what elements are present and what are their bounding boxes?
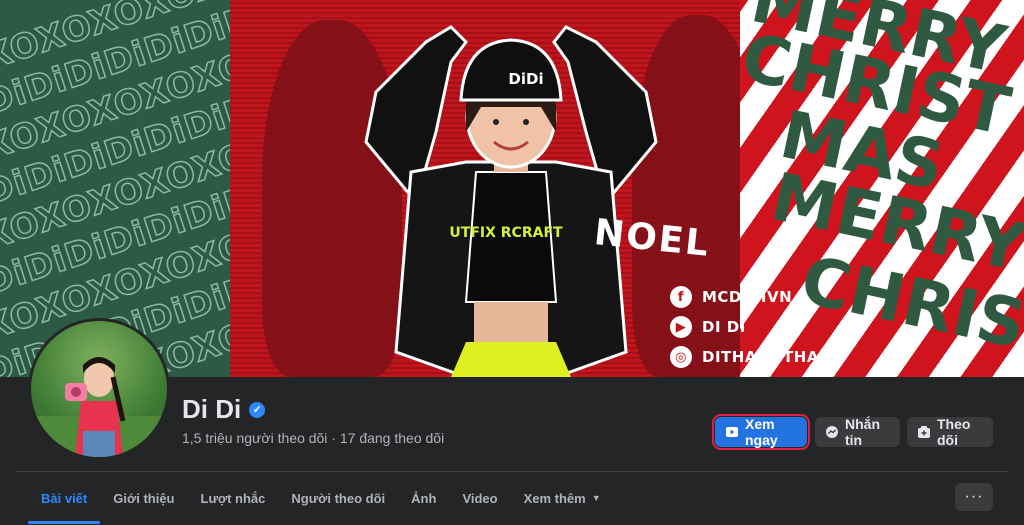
follow-label: Theo dõi [937,416,971,448]
verified-badge-icon: ✓ [249,401,266,418]
avatar [31,321,167,457]
instagram-icon: ◎ [670,346,692,368]
tab-more[interactable]: Xem thêm ▼ [511,472,614,524]
follow-button[interactable]: Theo dõi [907,416,993,448]
cover-person-illustration: UTFIX RCRAFT DiDi [364,25,658,377]
profile-tabs: Bài viết Giới thiệu Lượt nhắc Người theo… [28,472,614,524]
message-button[interactable]: Nhắn tin [815,416,900,448]
page-name: Di Di ✓ [182,394,266,425]
more-options-button[interactable]: ··· [955,483,993,511]
social-label: MCDIDIVN [702,288,793,306]
shirt-print: UTFIX RCRAFT [449,225,563,241]
follow-icon [917,425,931,439]
follower-stats[interactable]: 1,5 triệu người theo dõi · 17 đang theo … [182,430,444,446]
tab-photos[interactable]: Ảnh [398,472,449,524]
tab-about[interactable]: Giới thiệu [100,472,187,524]
cover-photo[interactable]: XOXOXOXOXOXO DiDiDiDiDiDiDi XOXOXOXOXOXO… [0,0,1024,377]
tab-label: Video [462,490,498,506]
social-youtube: ▶ DI DI [670,316,746,338]
play-icon [725,425,739,439]
tab-videos[interactable]: Video [449,472,510,524]
social-instagram: ◎ DITHANHTHANH [670,346,845,368]
watch-now-button[interactable]: Xem ngay [712,414,810,450]
tab-label: Giới thiệu [113,490,175,506]
tab-label: Bài viết [41,490,88,506]
beanie-text: DiDi [508,70,543,88]
social-facebook: f MCDIDIVN [670,286,792,308]
caret-down-icon: ▼ [591,493,601,503]
profile-avatar[interactable] [28,318,170,460]
cover-stripes-panel: MERRY CHRIST MAS MERRY CHRIS [740,0,1024,377]
tab-label: Xem thêm [523,490,586,506]
avatar-illustration [31,357,167,457]
watch-now-label: Xem ngay [745,416,778,448]
tab-mentions[interactable]: Lượt nhắc [188,472,279,524]
page-title: Di Di [182,394,242,424]
tab-label: Ảnh [411,490,437,506]
social-label: DI DI [702,318,746,336]
social-label: DITHANHTHANH [702,348,846,366]
messenger-icon [825,425,839,439]
tab-posts[interactable]: Bài viết [28,472,101,524]
tab-label: Lượt nhắc [200,490,266,506]
youtube-icon: ▶ [670,316,692,338]
message-label: Nhắn tin [845,416,880,448]
facebook-icon: f [670,286,692,308]
tab-followers[interactable]: Người theo dõi [278,472,398,524]
tab-label: Người theo dõi [291,490,386,506]
